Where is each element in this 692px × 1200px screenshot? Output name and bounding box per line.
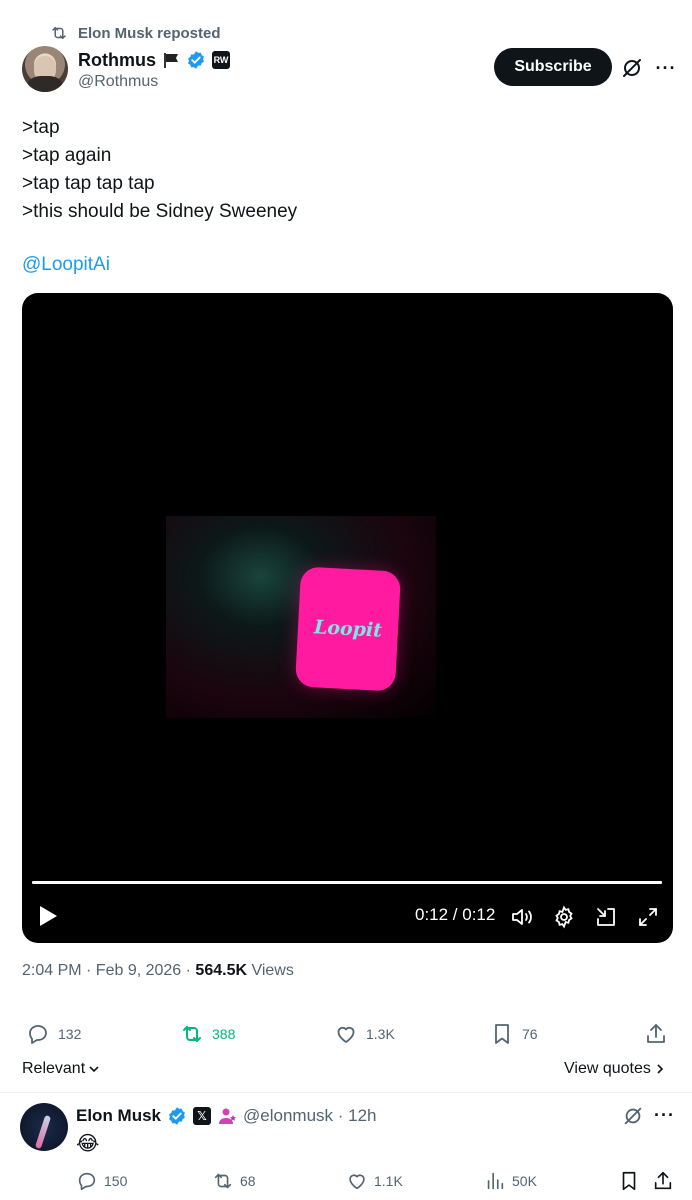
video-progress-fill — [32, 881, 662, 884]
heart-icon — [337, 1026, 355, 1043]
video-progress-bar[interactable] — [32, 881, 662, 884]
repost-button[interactable]: 388 — [180, 1020, 235, 1048]
repost-indicator[interactable]: Elon Musk reposted — [50, 22, 221, 44]
timestamp[interactable]: 2:04 PM · Feb 9, 2026 · — [22, 962, 195, 979]
bookmark-count: 76 — [522, 1026, 538, 1042]
share-button[interactable] — [644, 1020, 668, 1048]
video-time: 0:12 / 0:12 — [415, 905, 496, 924]
verified-badge-icon[interactable] — [186, 50, 206, 70]
tweet-line: >tap again — [22, 145, 112, 166]
reply-button[interactable]: 132 — [26, 1020, 81, 1048]
author-name[interactable]: Rothmus — [78, 50, 156, 71]
reply-views-button[interactable]: 50K — [484, 1169, 537, 1193]
reply-bookmark-button[interactable] — [618, 1169, 640, 1193]
chevron-down-icon — [89, 1066, 99, 1073]
more-options-icon[interactable]: ··· — [654, 56, 678, 80]
reply-views-count: 50K — [512, 1173, 537, 1189]
subscribe-button[interactable]: Subscribe — [494, 48, 612, 86]
repost-icon — [52, 27, 66, 39]
reply-reply-button[interactable]: 150 — [76, 1169, 127, 1193]
repost-icon — [183, 1026, 201, 1042]
view-quotes-label: View quotes — [564, 1060, 651, 1077]
reply-sort-dropdown[interactable]: Relevant — [22, 1060, 101, 1078]
views-count: 564.5K — [195, 962, 248, 979]
tweet-header: Rothmus RW @Rothmus Subscribe ··· — [22, 46, 675, 96]
view-quotes-link[interactable]: View quotes — [564, 1060, 665, 1078]
x-logo-icon[interactable]: 𝕏 — [193, 1107, 212, 1125]
share-icon — [647, 1024, 665, 1043]
play-icon[interactable] — [36, 903, 60, 929]
tweet-line: >this should be Sidney Sweeney — [22, 201, 298, 222]
reply-author-name[interactable]: Elon Musk — [76, 1106, 161, 1126]
like-button[interactable]: 1.3K — [334, 1020, 395, 1048]
reply-like-count: 1.1K — [374, 1173, 403, 1189]
reply-reply-count: 150 — [104, 1173, 128, 1189]
loopit-logo-text: Loopit — [313, 616, 383, 642]
tweet-meta: 2:04 PM · Feb 9, 2026 · 564.5K Views — [22, 962, 294, 980]
picture-in-picture-icon[interactable] — [594, 905, 618, 929]
repost-count: 388 — [212, 1026, 236, 1042]
repost-label: Elon Musk reposted — [78, 24, 221, 42]
like-count: 1.3K — [366, 1026, 395, 1042]
loopit-app-icon: Loopit — [294, 566, 402, 692]
mention-link[interactable]: @LoopitAi — [22, 251, 110, 279]
reply-repost-button[interactable]: 68 — [212, 1169, 256, 1193]
grok-icon[interactable] — [620, 56, 644, 80]
reply-count: 132 — [58, 1026, 82, 1042]
affiliate-badge-icon[interactable]: RW — [212, 51, 230, 69]
reply-repost-count: 68 — [240, 1173, 256, 1189]
author-avatar[interactable] — [22, 46, 68, 92]
person-star-icon — [219, 1108, 237, 1124]
author-handle[interactable]: @Rothmus — [78, 73, 230, 91]
author-info: Rothmus RW @Rothmus — [78, 49, 230, 91]
reply-avatar[interactable] — [20, 1103, 68, 1151]
settings-gear-icon[interactable] — [552, 905, 576, 929]
reply-header: Elon Musk 𝕏 @elonmusk · 12h — [76, 1105, 377, 1127]
reply-handle-time[interactable]: @elonmusk · 12h — [243, 1106, 377, 1126]
grok-icon[interactable] — [622, 1105, 644, 1127]
more-options-icon[interactable]: ··· — [654, 1105, 675, 1126]
chevron-right-icon — [657, 1064, 664, 1074]
bookmark-icon — [622, 1171, 636, 1191]
volume-icon[interactable] — [510, 905, 534, 929]
views-label: Views — [247, 962, 294, 979]
black-flag-icon — [164, 53, 178, 68]
repost-icon — [214, 1173, 232, 1189]
reply-text: 😂 — [76, 1133, 100, 1155]
reply-tweet[interactable]: Elon Musk 𝕏 @elonmusk · 12h ··· 😂 150 68 — [0, 1092, 692, 1200]
tweet-action-bar: 132 388 1.3K 76 — [22, 1020, 672, 1050]
reply-like-button[interactable]: 1.1K — [346, 1169, 403, 1193]
reply-icon — [78, 1172, 96, 1191]
reply-sort-label: Relevant — [22, 1060, 86, 1077]
fullscreen-icon[interactable] — [636, 905, 660, 929]
bookmark-icon — [495, 1024, 509, 1044]
bookmark-button[interactable]: 76 — [490, 1020, 538, 1048]
reply-icon — [29, 1025, 47, 1044]
reply-action-bar: 150 68 1.1K 50K — [76, 1169, 676, 1195]
tweet-text: >tap >tap again >tap tap tap tap >this s… — [22, 114, 662, 226]
tweet-line: >tap tap tap tap — [22, 173, 155, 194]
share-icon — [654, 1171, 672, 1190]
tweet-line: >tap — [22, 117, 60, 138]
analytics-icon — [487, 1172, 504, 1190]
heart-icon — [349, 1174, 365, 1190]
verified-badge-icon[interactable] — [167, 1106, 187, 1126]
video-player[interactable]: Loopit 0:12 / 0:12 — [22, 293, 673, 943]
reply-share-button[interactable] — [652, 1169, 674, 1193]
